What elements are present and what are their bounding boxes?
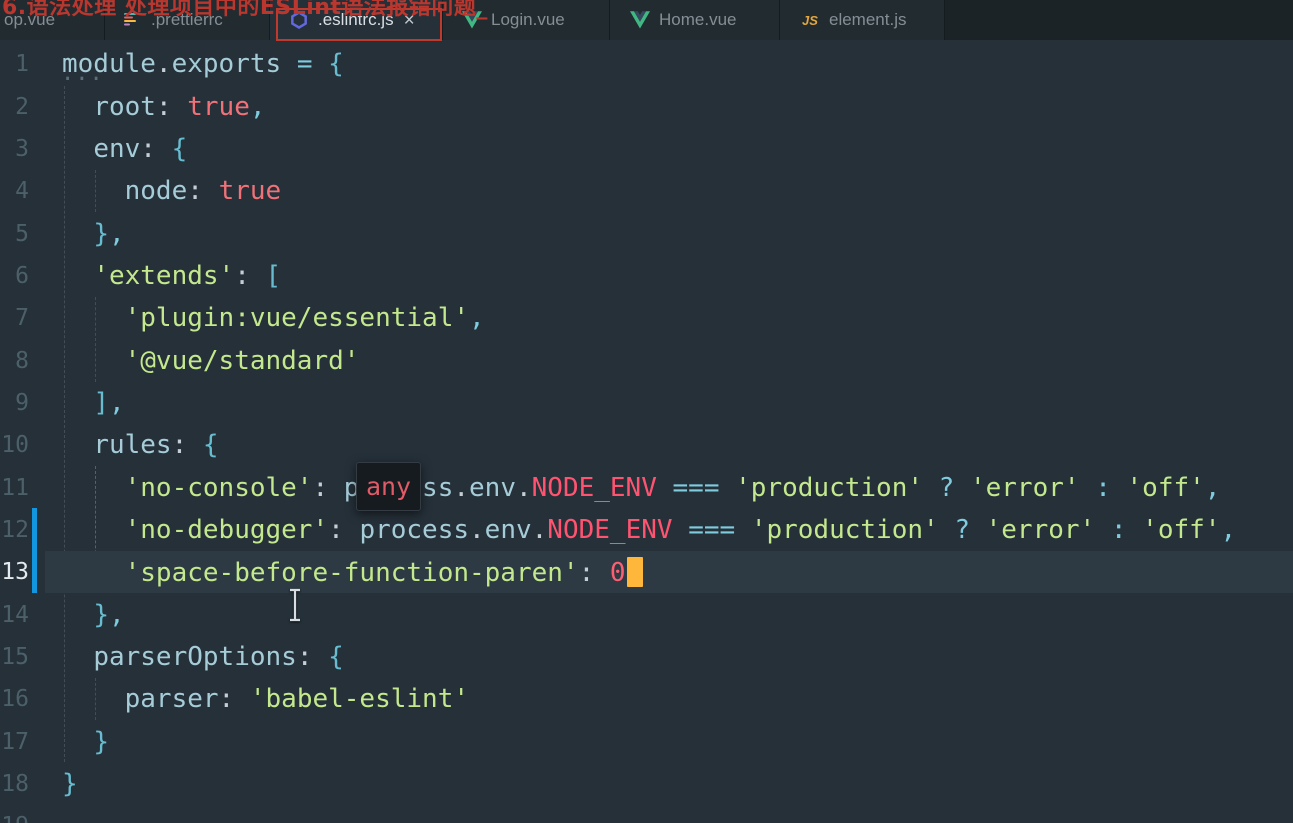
line-number: 2 [15,93,29,120]
code-line[interactable]: 18} [0,763,1293,805]
code-line[interactable]: 16 parser: 'babel-eslint' [0,678,1293,720]
code-line[interactable]: 12 'no-debugger': process.env.NODE_ENV =… [0,509,1293,551]
line-content: } [62,769,78,800]
code-editor[interactable]: ··· 1 module.exports = {2 root: true, 3 en… [0,40,1293,823]
line-number: 4 [15,178,29,205]
code-line[interactable]: 5 }, [0,212,1293,254]
line-number: 12 [1,516,29,543]
code-line[interactable]: 17 } [0,721,1293,763]
line-number: 5 [15,220,29,247]
line-content: ], [93,387,125,418]
code-line[interactable]: 2 root: true, [0,85,1293,127]
code-line[interactable]: 14 }, [0,593,1293,635]
tab-label: Home.vue [659,10,737,29]
line-content: parser: 'babel-eslint' [124,684,470,715]
tab-label: Login.vue [491,10,565,29]
line-content: env: { [93,133,188,164]
line-content: 'space-before-function-paren': 0 [62,556,643,588]
code-line[interactable]: 11 'no-console': p any ss.env.NODE_ENV ===… [0,461,1293,511]
vue-icon [630,10,650,30]
tab-element-js[interactable]: JS element.js [780,0,945,40]
line-content: module.exports = { [62,49,344,80]
line-content: node: true [124,176,282,207]
line-number: 3 [15,135,29,162]
line-number: 6 [15,262,29,289]
line-number: 13 [1,559,29,586]
line-content: '@vue/standard' [124,345,360,376]
line-content: rules: { [93,430,219,461]
line-number: 17 [1,728,29,755]
modified-lines-indicator [32,508,37,593]
code-line[interactable]: 4 node: true [0,170,1293,212]
code-line[interactable]: 6 'extends': [ [0,255,1293,297]
line-content: 'no-debugger': process.env.NODE_ENV === … [124,514,1237,545]
line-content: 'plugin:vue/essential', [124,303,485,334]
line-number: 8 [15,347,29,374]
line-number: 9 [15,389,29,416]
line-content: 'no-console': p any ss.env.NODE_ENV === 'p… [62,461,1220,511]
tab-home-vue[interactable]: Home.vue [610,0,780,40]
line-number: 16 [1,686,29,713]
line-number: 14 [1,601,29,628]
code-line[interactable]: 9 ], [0,382,1293,424]
line-number: 7 [15,305,29,332]
tab-label: element.js [829,10,907,29]
line-number: 11 [1,474,29,501]
mouse-ibeam-cursor [290,588,300,622]
code-line[interactable]: 13 'space-before-function-paren': 0 [0,551,1293,593]
line-number: 15 [1,643,29,670]
line-number: 18 [1,771,29,798]
line-content: root: true, [93,91,266,122]
code-line[interactable]: 3 env: { [0,128,1293,170]
code-line[interactable]: 8 '@vue/standard' [0,339,1293,381]
code-line[interactable]: 19 [0,805,1293,823]
line-content: 'extends': [ [93,260,282,291]
js-icon: JS [802,12,818,28]
code-line[interactable]: 15 parserOptions: { [0,636,1293,678]
line-content: parserOptions: { [93,641,344,672]
line-content: }, [93,218,125,249]
vscode-window: op.vue .prettierrc .eslintrc.js × Login.vue H… [0,0,1293,823]
code-lines: 1 module.exports = {2 root: true, 3 env: {… [0,40,1293,823]
line-number: 10 [1,432,29,459]
line-content: }, [93,599,125,630]
code-line[interactable]: 10 rules: { [0,424,1293,466]
line-number: 1 [15,51,29,78]
code-line[interactable]: 1 module.exports = { [0,43,1293,85]
line-content: } [93,726,109,757]
line-number: 19 [0,813,45,823]
hover-tooltip: any [356,461,421,511]
text-cursor [626,556,643,587]
code-line[interactable]: 7 'plugin:vue/essential', [0,297,1293,339]
video-title-overlay: 6.语法处理 处理项目中的ESLint语法报错问题_ [2,0,488,20]
